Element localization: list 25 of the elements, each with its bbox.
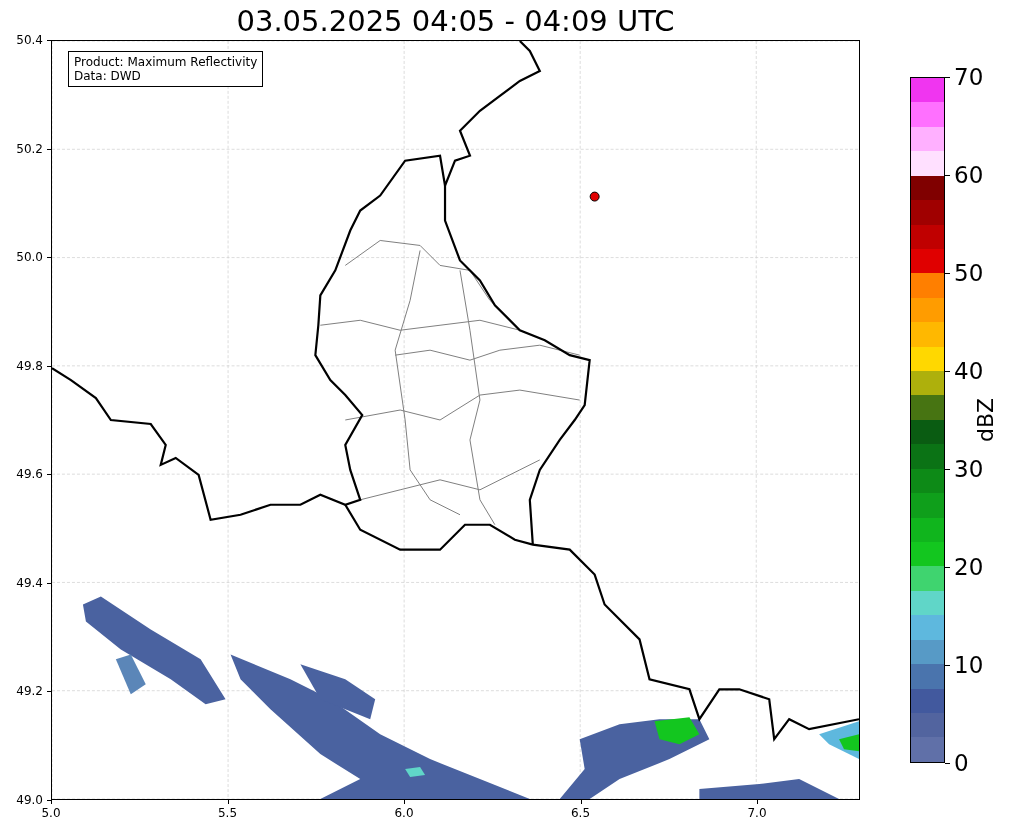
legend-text: Product: Maximum Reflectivity [74, 55, 258, 69]
colorbar-tick-label: 40 [954, 358, 984, 384]
axis-tick-label: 7.0 [747, 806, 767, 820]
axis-tick-label: 50.4 [16, 33, 43, 47]
axis-tick-label: 5.5 [217, 806, 238, 820]
colorbar-label: dBZ [973, 397, 999, 443]
colorbar-tick-label: 30 [954, 456, 984, 482]
axis-tick-label: 50.0 [16, 250, 43, 265]
axis-tick-label: 5.0 [41, 806, 61, 820]
colorbar-tick-label: 60 [954, 162, 984, 188]
colorbar-tick-label: 0 [954, 750, 969, 776]
axis-tick-label: 49.6 [16, 467, 43, 482]
colorbar-tick-label: 70 [954, 64, 984, 90]
axis-tick-label: 49.2 [16, 684, 43, 699]
axis-tick-label: 49.0 [16, 793, 43, 807]
colorbar-tick-label: 10 [954, 652, 984, 678]
axis-tick-label: 49.8 [16, 358, 43, 373]
axis-tick-label: 6.5 [570, 806, 591, 820]
colorbar-tick-label: 50 [954, 260, 984, 286]
legend-text: Data: DWD [74, 69, 142, 83]
axis-tick-label: 49.4 [16, 575, 43, 590]
colorbar-tick-label: 20 [954, 554, 984, 580]
axis-tick-label: 50.2 [16, 141, 43, 156]
axis-tick-label: 6.0 [394, 806, 414, 820]
chart-title: 03.05.2025 04:05 - 04:09 UTC [235, 3, 676, 40]
